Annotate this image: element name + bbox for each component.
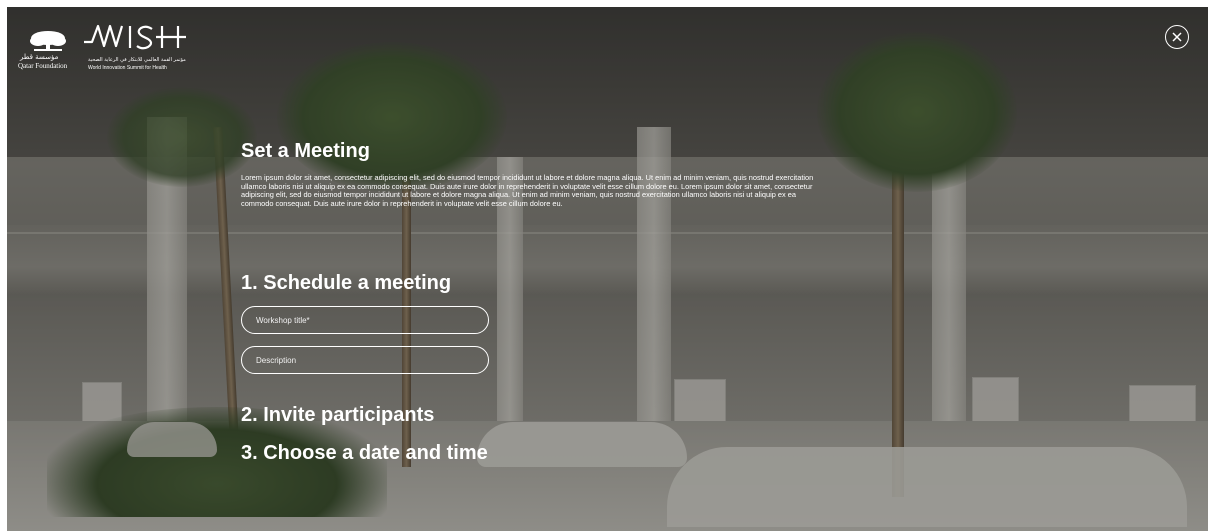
close-button[interactable] — [1165, 25, 1189, 49]
qatar-foundation-logo: مؤسسة قطر Qatar Foundation — [18, 30, 78, 70]
step-date-time-heading[interactable]: 3. Choose a date and time — [241, 442, 488, 465]
tree-icon — [30, 31, 66, 51]
close-icon — [1172, 32, 1182, 42]
qf-name: Qatar Foundation — [18, 62, 68, 70]
wish-wordmark — [84, 24, 186, 50]
step-invite-heading[interactable]: 2. Invite participants — [241, 404, 434, 427]
dark-overlay — [7, 7, 1208, 531]
wish-arabic-name: مؤتمر القمة العالمي للابتكار في الرعاية … — [88, 57, 186, 63]
background-scene — [7, 7, 1208, 531]
wish-logo: مؤتمر القمة العالمي للابتكار في الرعاية … — [80, 20, 200, 72]
page-title: Set a Meeting — [241, 140, 370, 162]
qf-arabic-name: مؤسسة قطر — [20, 53, 59, 61]
description-input[interactable] — [241, 346, 489, 374]
step-schedule-heading: 1. Schedule a meeting — [241, 272, 452, 294]
workshop-title-input[interactable] — [241, 306, 489, 334]
wish-name: World Innovation Summit for Health — [88, 65, 167, 71]
intro-text: Lorem ipsum dolor sit amet, consectetur … — [241, 173, 814, 208]
